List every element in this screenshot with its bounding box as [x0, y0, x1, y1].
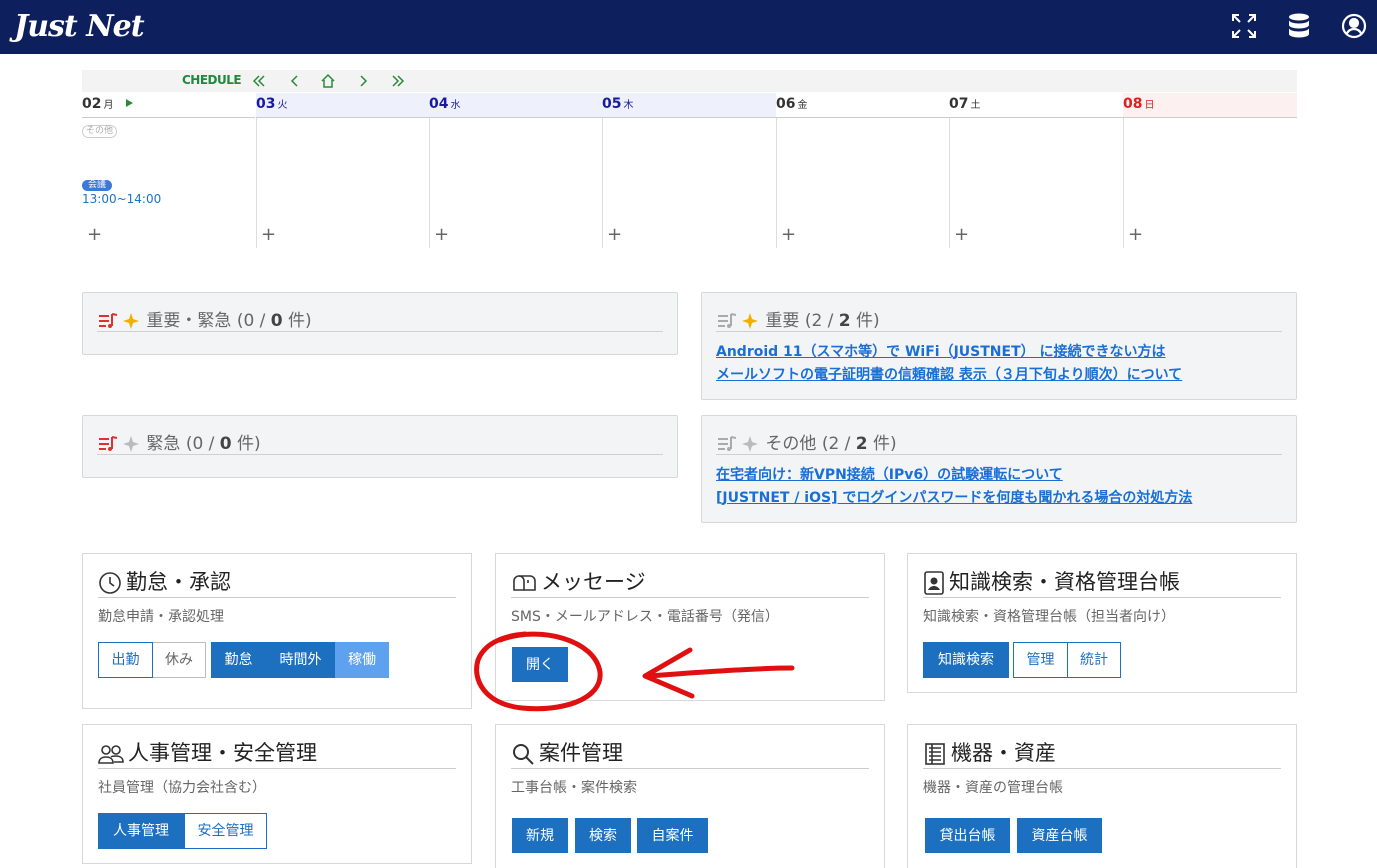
hr-management-button[interactable]: 人事管理	[98, 813, 184, 849]
double-chevron-left-icon[interactable]	[250, 72, 268, 90]
list-music-icon	[99, 313, 139, 329]
safety-management-button[interactable]: 安全管理	[184, 813, 267, 849]
news-header: 重要 (2 / 2 件)	[716, 306, 1282, 332]
other-badge[interactable]: その他	[82, 125, 118, 138]
news-link[interactable]: メールソフトの電子証明書の信頼確認 表示（３月下旬より順次）について	[716, 364, 1182, 384]
news-link[interactable]: [JUSTNET / iOS] でログインパスワードを何度も聞かれる場合の対処方…	[716, 487, 1192, 507]
card-title: 機器・資産	[923, 737, 1281, 769]
schedule-toolbar: CHEDULE	[82, 70, 1297, 92]
card-subtitle: 社員管理（協力会社含む）	[98, 780, 266, 796]
message-card: メッセージ SMS・メールアドレス・電話番号（発信） 開く	[495, 553, 885, 701]
people-icon	[98, 745, 124, 764]
news-urgent: 緊急 (0 / 0 件)	[82, 415, 678, 478]
day-header-05[interactable]: 05 木	[602, 93, 776, 118]
user-icon[interactable]	[1340, 12, 1368, 40]
mailbox-icon	[513, 575, 536, 591]
attendance-button[interactable]: 勤怠	[211, 642, 266, 678]
chevron-right-icon[interactable]	[354, 72, 372, 90]
attendance-card: 勤怠・承認 勤怠申請・承認処理 出勤 休み 勤怠 時間外 稼働	[82, 553, 472, 709]
ledger-icon	[925, 743, 945, 765]
list-music-icon	[99, 436, 139, 452]
meeting-time[interactable]: 13:00~14:00	[82, 192, 161, 206]
card-title: 勤怠・承認	[98, 566, 456, 598]
add-event-button[interactable]: +	[954, 226, 969, 244]
operation-button[interactable]: 稼働	[335, 642, 389, 678]
lending-ledger-button[interactable]: 貸出台帳	[925, 818, 1010, 853]
clock-in-button[interactable]: 出勤	[98, 642, 153, 678]
schedule-calendar: CHEDULE 02 月 03 火 04 水 05 木 06 金 07 土 08 日 その他 …	[82, 70, 1297, 250]
news-header: 緊急 (0 / 0 件)	[97, 429, 663, 455]
news-header: その他 (2 / 2 件)	[716, 429, 1282, 455]
news-important: 重要 (2 / 2 件) Android 11（スマホ等）で WiFi（JUST…	[701, 292, 1297, 400]
card-subtitle: 工事台帳・案件検索	[511, 780, 637, 796]
schedule-title: CHEDULE	[182, 73, 242, 87]
equipment-card: 機器・資産 機器・資産の管理台帳 貸出台帳 資産台帳	[907, 724, 1297, 868]
day-column-divider	[602, 118, 603, 248]
card-subtitle: 機器・資産の管理台帳	[923, 780, 1063, 796]
news-header: 重要・緊急 (0 / 0 件)	[97, 306, 663, 332]
logo[interactable]: Just Net	[14, 9, 145, 45]
open-message-button[interactable]: 開く	[512, 647, 568, 682]
day-header-04[interactable]: 04 水	[429, 93, 602, 118]
chevron-left-icon[interactable]	[286, 72, 304, 90]
meeting-badge[interactable]: 会議	[82, 180, 113, 191]
news-link[interactable]: Android 11（スマホ等）で WiFi（JUSTNET） に接続できない方…	[716, 341, 1166, 361]
day-header-02[interactable]: 02 月	[82, 93, 255, 118]
top-bar: Just Net	[0, 0, 1377, 54]
clock-icon	[99, 572, 121, 594]
day-column-divider	[256, 118, 257, 248]
add-event-button[interactable]: +	[261, 226, 276, 244]
day-header-06[interactable]: 06 金	[776, 93, 949, 118]
news-urgent-important: 重要・緊急 (0 / 0 件)	[82, 292, 678, 355]
hr-card: 人事管理・安全管理 社員管理（協力会社含む） 人事管理 安全管理	[82, 724, 472, 864]
add-event-button[interactable]: +	[434, 226, 449, 244]
day-column-divider	[949, 118, 950, 248]
knowledge-search-button[interactable]: 知識検索	[923, 642, 1009, 678]
card-title: メッセージ	[511, 566, 869, 598]
add-event-button[interactable]: +	[87, 226, 102, 244]
new-project-button[interactable]: 新規	[512, 818, 568, 853]
card-title: 案件管理	[511, 737, 869, 769]
day-column-divider	[1123, 118, 1124, 248]
news-other: その他 (2 / 2 件) 在宅者向け：新VPN接続（IPv6）の試験運転につい…	[701, 415, 1297, 523]
day-header-07[interactable]: 07 土	[949, 93, 1123, 118]
day-header-03[interactable]: 03 火	[256, 93, 429, 118]
fullscreen-icon[interactable]	[1230, 12, 1258, 40]
day-column-divider	[776, 118, 777, 248]
news-link[interactable]: 在宅者向け：新VPN接続（IPv6）の試験運転について	[716, 464, 1063, 484]
person-badge-icon	[924, 571, 944, 595]
add-event-button[interactable]: +	[781, 226, 796, 244]
list-music-icon	[718, 313, 758, 329]
day-header-08[interactable]: 08 日	[1123, 93, 1297, 118]
add-event-button[interactable]: +	[607, 226, 622, 244]
my-projects-button[interactable]: 自案件	[637, 818, 708, 853]
double-chevron-right-icon[interactable]	[389, 72, 407, 90]
card-subtitle: 知識検索・資格管理台帳（担当者向け）	[923, 609, 1175, 625]
play-icon[interactable]	[124, 98, 134, 108]
database-icon[interactable]	[1285, 12, 1313, 40]
card-subtitle: SMS・メールアドレス・電話番号（発信）	[511, 609, 779, 625]
asset-ledger-button[interactable]: 資産台帳	[1017, 818, 1102, 853]
card-title: 人事管理・安全管理	[98, 737, 456, 769]
search-icon	[513, 744, 534, 765]
manage-button[interactable]: 管理	[1013, 642, 1068, 678]
project-search-button[interactable]: 検索	[575, 818, 631, 853]
knowledge-card: 知識検索・資格管理台帳 知識検索・資格管理台帳（担当者向け） 知識検索 管理 統…	[907, 553, 1297, 693]
day-off-button[interactable]: 休み	[153, 642, 206, 678]
day-column-divider	[429, 118, 430, 248]
project-card: 案件管理 工事台帳・案件検索 新規 検索 自案件	[495, 724, 885, 868]
overtime-button[interactable]: 時間外	[266, 642, 335, 678]
card-title: 知識検索・資格管理台帳	[923, 566, 1281, 598]
card-subtitle: 勤怠申請・承認処理	[98, 609, 224, 625]
list-music-icon	[718, 436, 758, 452]
stats-button[interactable]: 統計	[1068, 642, 1121, 678]
add-event-button[interactable]: +	[1128, 226, 1143, 244]
home-icon[interactable]	[319, 72, 337, 90]
